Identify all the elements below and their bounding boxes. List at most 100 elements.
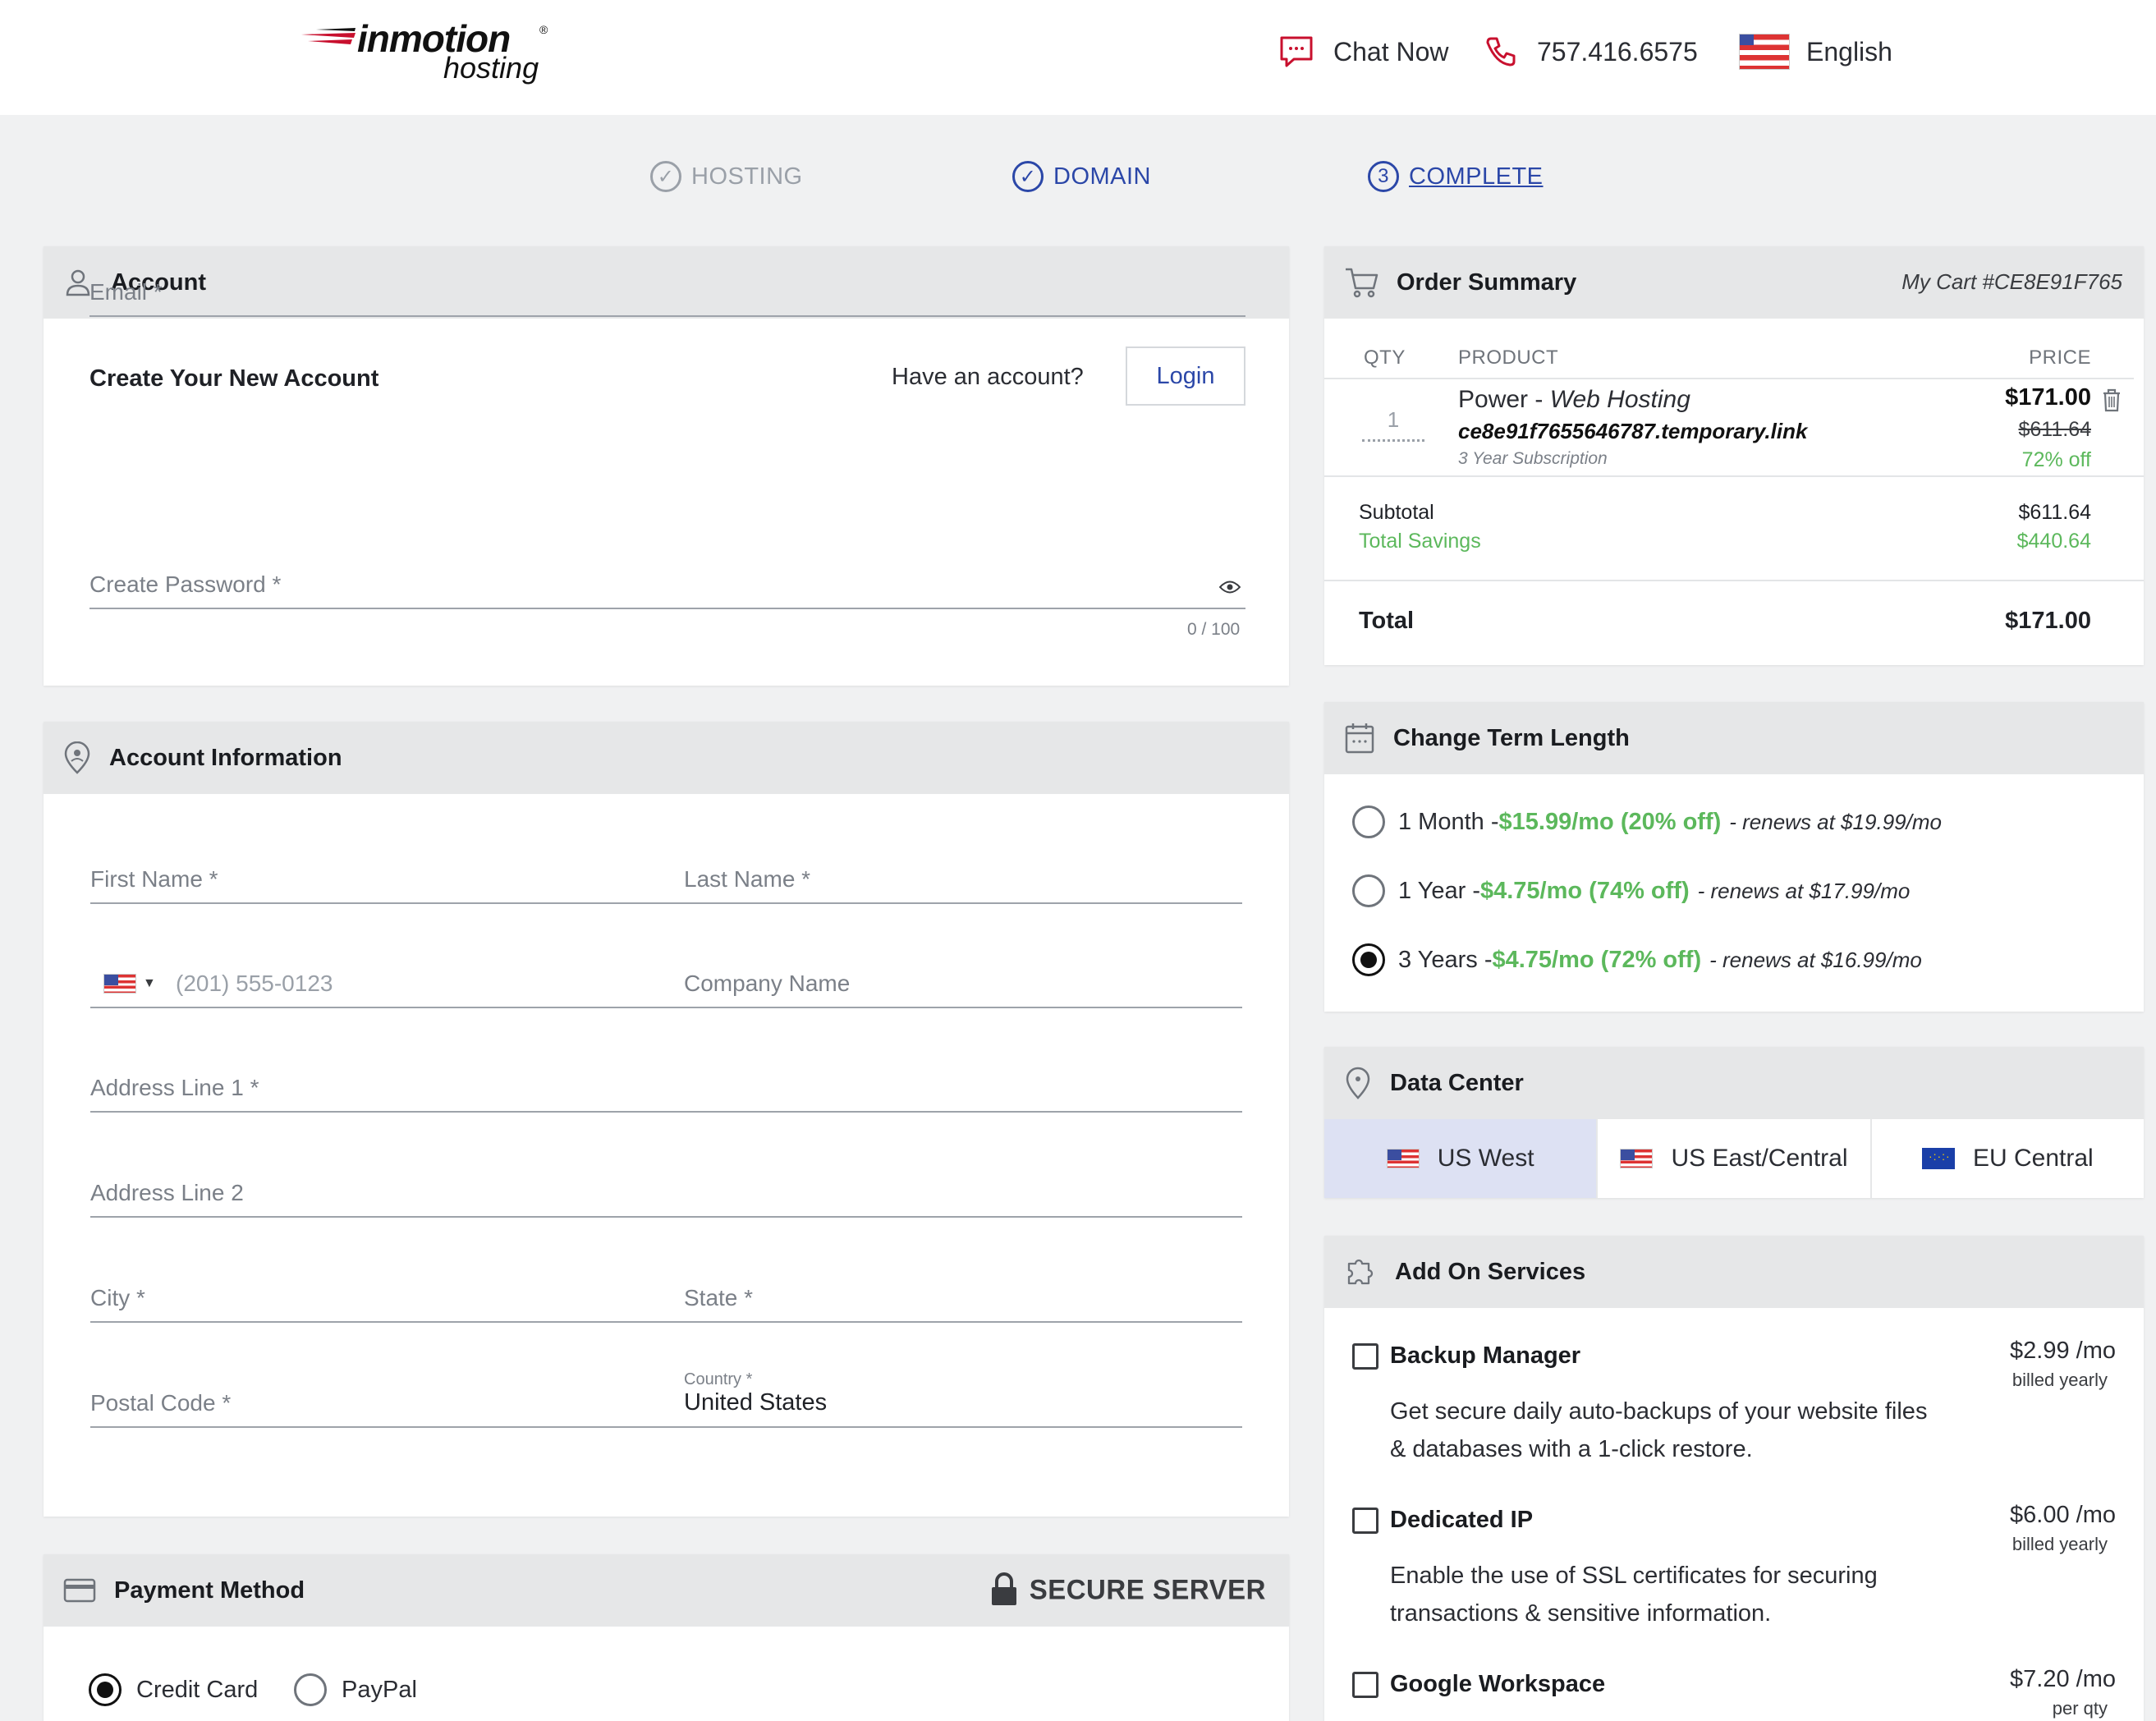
term-option-deal: $15.99/mo (20% off) [1498, 808, 1722, 835]
logo-swoosh-icon [301, 28, 356, 44]
password-placeholder: Create Password * [89, 571, 282, 597]
password-field[interactable]: Create Password * [89, 563, 1245, 609]
us-flag-icon [103, 974, 136, 994]
qty-column-header: QTY [1364, 346, 1406, 369]
us-flag-icon [1739, 34, 1790, 70]
term-option-deal: $4.75/mo (74% off) [1479, 877, 1690, 904]
subtotal-value: $611.64 [2018, 501, 2091, 524]
original-price: $611.64 [2018, 418, 2091, 441]
term-length-panel: Change Term Length 1 Month - $15.99/mo (… [1324, 702, 2144, 1012]
add-on-services-header: Add On Services [1324, 1236, 2144, 1308]
chevron-down-icon: ▼ [143, 976, 156, 990]
trash-icon[interactable] [2101, 388, 2122, 412]
check-circle-icon: ✓ [1012, 161, 1044, 192]
addon-description: Get secure daily auto-backups of your we… [1390, 1398, 1928, 1462]
step-domain[interactable]: ✓ DOMAIN [1012, 161, 1151, 192]
addon-checkbox[interactable] [1352, 1507, 1378, 1534]
company-name-field[interactable]: Company Name [684, 962, 1242, 1008]
data-center-label: US West [1437, 1145, 1534, 1172]
cart-item-price: $171.00 $611.64 72% off [2005, 384, 2091, 472]
term-option-label: 1 Year - [1398, 877, 1480, 904]
data-center-us-west[interactable]: US West [1324, 1119, 1599, 1198]
addon-checkbox[interactable] [1352, 1671, 1378, 1698]
step-hosting-label: HOSTING [691, 163, 803, 190]
lock-icon [991, 1572, 1016, 1605]
step-complete-label: COMPLETE [1409, 163, 1544, 190]
address-line-1-field[interactable]: Address Line 1 * [90, 1067, 1242, 1113]
term-option-renewal: - renews at $17.99/mo [1697, 878, 1911, 903]
address-line-2-placeholder: Address Line 2 [90, 1180, 244, 1205]
order-summary-title: Order Summary [1397, 268, 1577, 296]
email-field[interactable]: Email * [89, 271, 1245, 317]
addon-name: Backup Manager [1390, 1342, 1581, 1369]
top-header: inmotion ® hosting Chat Now 757.416.6575… [0, 0, 2156, 115]
language-selector[interactable]: English [1723, 31, 1892, 72]
addon-price: $7.20 /mo per qty [2010, 1666, 2116, 1719]
postal-code-field[interactable]: Postal Code * [90, 1382, 686, 1428]
data-center-us-east-central[interactable]: US East/Central [1598, 1119, 1872, 1198]
us-flag-icon [1386, 1149, 1420, 1168]
payment-option-paypal[interactable]: PayPal [294, 1673, 417, 1706]
data-center-options: US West US East/Central EU Central [1324, 1119, 2144, 1198]
data-center-eu-central[interactable]: EU Central [1871, 1119, 2144, 1198]
term-option-1-year[interactable]: 1 Year - $4.75/mo (74% off) - renews at … [1352, 874, 1910, 907]
addon-dedicated-ip: Dedicated IP $6.00 /mo billed yearly Enab… [1352, 1502, 2116, 1632]
email-placeholder: Email * [89, 279, 163, 305]
term-option-1-month[interactable]: 1 Month - $15.99/mo (20% off) - renews a… [1352, 805, 1942, 838]
country-select[interactable]: Country * United States [684, 1370, 1242, 1428]
map-pin-icon [1346, 1067, 1370, 1099]
chat-now-label: Chat Now [1333, 36, 1449, 67]
logo-registered-mark: ® [539, 23, 548, 36]
radio-selected-icon [89, 1673, 122, 1706]
addon-billing-period: billed yearly [2012, 1370, 2108, 1390]
calendar-icon [1345, 723, 1374, 754]
phone-field[interactable]: ▼ (201) 555-0123 [90, 962, 686, 1008]
eu-flag-icon [1921, 1148, 1955, 1169]
login-button[interactable]: Login [1126, 346, 1245, 406]
step-hosting[interactable]: ✓ HOSTING [650, 161, 803, 192]
term-option-renewal: - renews at $19.99/mo [1729, 809, 1942, 834]
data-center-label: EU Central [1972, 1145, 2094, 1172]
company-name-placeholder: Company Name [684, 971, 851, 996]
address-line-2-field[interactable]: Address Line 2 [90, 1172, 1242, 1218]
have-account-text: Have an account? [892, 364, 1084, 390]
quantity-input[interactable]: 1 [1362, 407, 1424, 442]
us-flag-icon [1620, 1149, 1654, 1168]
phone-placeholder: (201) 555-0123 [176, 971, 333, 996]
product-column-header: PRODUCT [1458, 346, 1559, 369]
product-type: Web Hosting [1549, 386, 1690, 413]
payment-option-credit-card[interactable]: Credit Card [89, 1673, 258, 1706]
chat-now-link[interactable]: Chat Now [1279, 31, 1449, 72]
phone-number: 757.416.6575 [1537, 36, 1698, 67]
addon-checkbox[interactable] [1352, 1342, 1378, 1370]
state-field[interactable]: State * [684, 1277, 1242, 1323]
savings-value: $440.64 [2016, 530, 2091, 553]
city-placeholder: City * [90, 1285, 145, 1310]
savings-row: Total Savings $440.64 [1359, 530, 2091, 553]
first-name-field[interactable]: First Name * [90, 858, 686, 904]
last-name-field[interactable]: Last Name * [684, 858, 1242, 904]
step-number-badge: 3 [1368, 161, 1399, 192]
addon-name: Dedicated IP [1390, 1507, 1534, 1533]
inmotion-hosting-logo[interactable]: inmotion ® hosting [300, 16, 554, 90]
term-option-3-years[interactable]: 3 Years - $4.75/mo (72% off) - renews at… [1352, 943, 1922, 976]
add-on-services-title: Add On Services [1395, 1258, 1586, 1285]
checkout-steps: ✓ HOSTING ✓ DOMAIN 3 COMPLETE [0, 161, 2156, 202]
step-domain-label: DOMAIN [1053, 163, 1151, 190]
city-field[interactable]: City * [90, 1277, 686, 1323]
data-center-panel: Data Center US West US East/Central EU C… [1324, 1047, 2144, 1198]
term-option-deal: $4.75/mo (72% off) [1492, 946, 1702, 973]
shopping-cart-icon [1346, 268, 1378, 298]
step-complete[interactable]: 3 COMPLETE [1368, 161, 1544, 192]
addon-price: $2.99 /mo billed yearly [2010, 1338, 2116, 1391]
location-pin-icon [64, 741, 90, 774]
check-circle-icon: ✓ [650, 161, 681, 192]
phone-country-selector[interactable]: ▼ [103, 974, 156, 994]
divider [1324, 378, 2134, 379]
cart-id: My Cart #CE8E91F765 [1901, 269, 2122, 294]
discount-percent: 72% off [2021, 448, 2091, 471]
addon-backup-manager: Backup Manager $2.99 /mo billed yearly Ge… [1352, 1338, 2116, 1468]
phone-link[interactable]: 757.416.6575 [1484, 31, 1698, 72]
eye-icon[interactable] [1219, 580, 1241, 594]
addon-price: $6.00 /mo billed yearly [2010, 1502, 2116, 1555]
